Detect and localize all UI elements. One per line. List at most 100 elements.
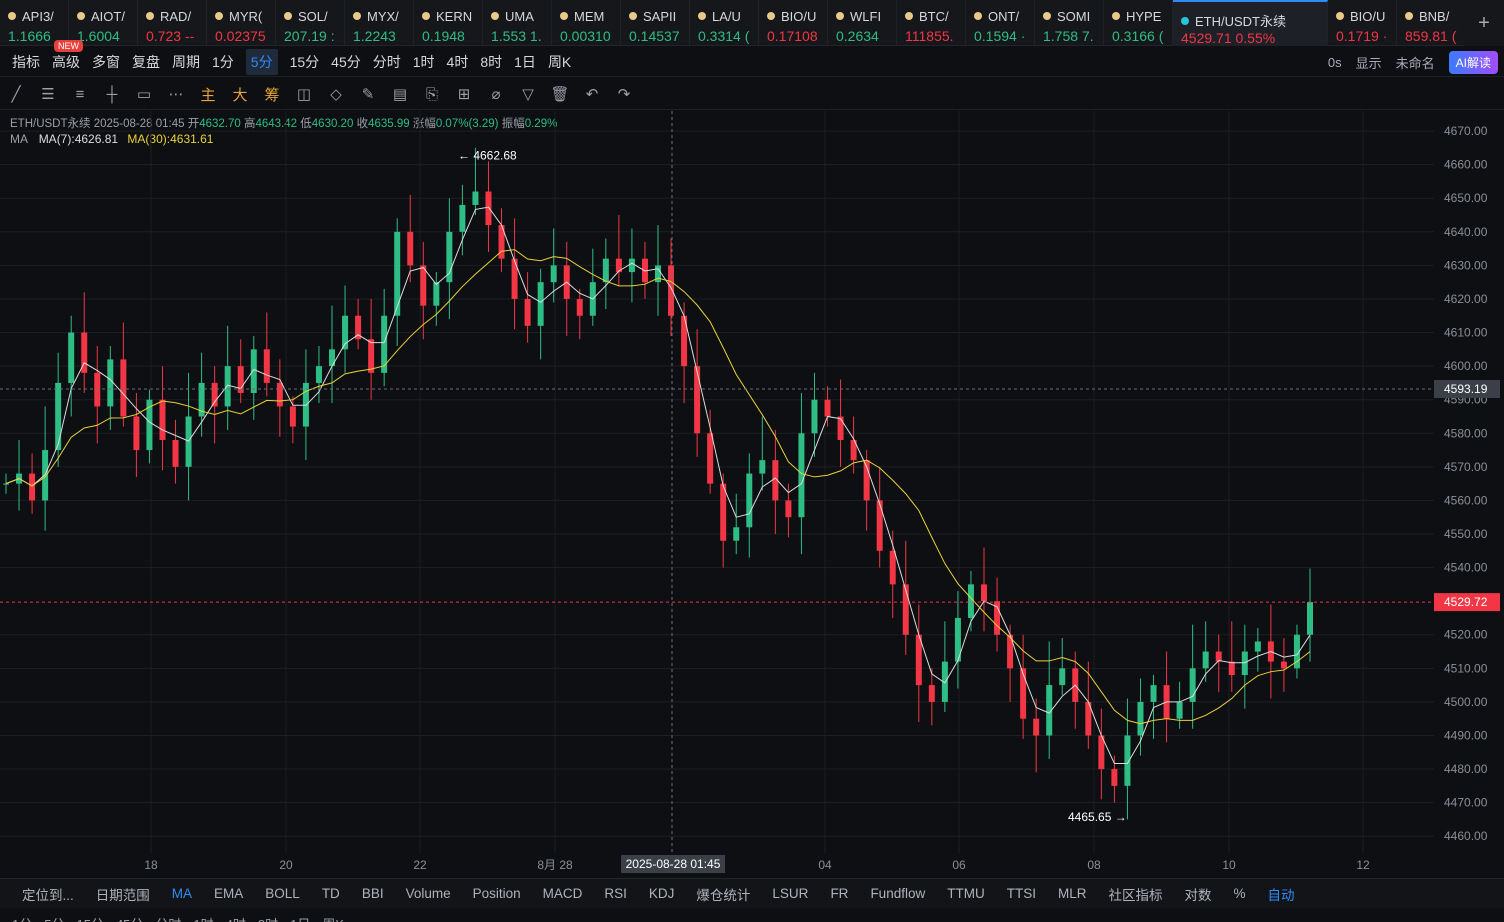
symbol-tab[interactable]: MEM 0.00310 [552,0,621,46]
draw-tool-icon[interactable]: ⋯ [160,85,192,103]
sub-indicator-item[interactable]: MACD [543,886,583,901]
toolbar-right-item[interactable]: 0s [1328,55,1342,70]
indicator-item[interactable]: BOLL [265,886,300,901]
toolbar-item[interactable]: 复盘 [132,52,160,72]
tool-icon[interactable]: ⊞ [448,85,480,103]
symbol-tab[interactable]: MYR(0.02375 [207,0,276,46]
symbol-tab[interactable]: SOL/207.19 : [276,0,345,46]
toolbar-item[interactable]: 4时 [447,52,469,72]
symbol-tab[interactable]: SAPII 0.14537 [621,0,690,46]
sub-indicator-item[interactable]: FR [830,886,848,901]
bottom-right-item[interactable]: 对数 [1184,884,1211,904]
sub-indicator-item[interactable]: Volume [406,886,451,901]
toolbar-item[interactable]: 分时 [373,52,401,72]
sub-indicator-item[interactable]: Fundflow [870,886,925,901]
tab-price: 0.17108 [767,28,818,44]
draw-tool-icon[interactable]: ┼ [96,86,128,103]
symbol-tab[interactable]: ONT/0.1594 · [966,0,1035,46]
tool-icon[interactable]: ◇ [320,85,352,103]
sub-indicator-item[interactable]: Position [473,886,521,901]
toolbar-item[interactable]: 8时 [480,52,502,72]
draw-tool-icon[interactable]: ╱ [0,85,32,103]
tool-icon[interactable]: ⌀ [480,85,512,103]
x-tick-label: 06 [952,858,966,872]
draw-tool-icon[interactable]: ≡ [64,86,96,103]
symbol-tab[interactable]: ETH/USDT永续 4529.71 0.55% [1173,0,1328,46]
locate-button[interactable]: 定位到... [22,884,74,904]
toolbar-item[interactable]: 45分 [331,52,361,72]
symbol-tab[interactable]: MYX/1.2243 [345,0,414,46]
footer-interval[interactable]: 分时 [155,917,181,922]
toolbar-item[interactable]: 5分 [245,48,278,75]
tool-icon[interactable]: 🗑 [544,85,576,103]
tool-icon[interactable]: ▤ [384,85,416,103]
toolbar-item[interactable]: 周K [548,52,571,72]
sub-indicator-item[interactable]: KDJ [649,886,675,901]
symbol-tab[interactable]: BTC/111855. [897,0,966,46]
indicator-item[interactable]: EMA [214,886,243,901]
footer-interval[interactable]: 4时 [226,917,246,922]
symbol-tab[interactable]: BNB/859.81 ( [1397,0,1466,46]
toolbar-item[interactable]: 多窗 [92,52,120,72]
symbol-tab[interactable]: KERN 0.1948 [414,0,483,46]
toolbar-item[interactable]: 指标 [12,52,40,72]
footer-interval[interactable]: 1日 [290,917,310,922]
footer-interval[interactable]: 1时 [193,917,213,922]
symbol-tab[interactable]: HYPE 0.3166 ( [1104,0,1173,46]
tab-symbol: MEM [560,9,604,24]
toolbar-item[interactable]: 1分 [212,52,234,72]
candle-body [107,359,114,407]
sub-indicator-item[interactable]: LSUR [772,886,808,901]
sub-indicator-item[interactable]: MLR [1058,886,1087,901]
symbol-tab[interactable]: LA/U 0.3314 ( [690,0,759,46]
ai-interpret-button[interactable]: AI解读 [1448,50,1498,74]
tool-icon[interactable]: ↷ [608,85,640,103]
indicator-item[interactable]: BBI [362,886,384,901]
bottom-right-item[interactable]: % [1233,886,1245,901]
footer-interval[interactable]: 45分 [116,917,143,922]
tool-icon[interactable]: ▽ [512,85,544,103]
symbol-tab[interactable]: SOMI 1.758 7. [1035,0,1104,46]
draw-tool-icon[interactable]: ☰ [32,85,64,103]
indicator-item[interactable]: MA [172,886,192,901]
footer-interval[interactable]: 5分 [44,917,64,922]
toolbar-item[interactable]: 高级 [52,52,80,72]
symbol-tab[interactable]: UMA 1.553 1. [483,0,552,46]
sub-indicator-item[interactable]: TTMU [947,886,985,901]
toolbar-item[interactable]: 1日 [514,52,536,72]
chip-toggle[interactable]: 筹 [256,84,288,105]
candlestick-chart[interactable]: 4670.00 4660.00 4650.00 4640.00 4630.00 4620.… [0,111,1504,877]
indicator-item[interactable]: TD [322,886,340,901]
chip-toggle[interactable]: 主 [192,84,224,105]
toolbar-item[interactable]: 周期 [172,52,200,72]
tool-icon[interactable]: ✎ [352,85,384,103]
toolbar-right-item[interactable]: 显示 [1356,53,1382,72]
footer-interval[interactable]: 8时 [258,917,278,922]
tab-price: 0.1948 [422,28,465,44]
chip-toggle[interactable]: 大 [224,84,256,105]
symbol-tab[interactable]: WLFI 0.2634 [828,0,897,46]
sub-indicator-item[interactable]: 爆仓统计 [696,884,750,904]
bottom-right-item[interactable]: 社区指标 [1108,884,1162,904]
footer-interval[interactable]: 1分 [12,917,32,922]
add-tab-icon[interactable]: + [1464,0,1504,46]
draw-tool-icon[interactable]: ▭ [128,85,160,103]
date-range-button[interactable]: 日期范围 [96,884,150,904]
sub-indicator-item[interactable]: TTSI [1007,886,1036,901]
footer-interval[interactable]: 周K [322,917,344,922]
tool-icon[interactable]: ↶ [576,85,608,103]
tool-icon[interactable]: ◫ [288,85,320,103]
toolbar-item[interactable]: 1时 [413,52,435,72]
sub-indicator-item[interactable]: RSI [604,886,627,901]
candle-body [602,258,609,283]
toolbar-item[interactable]: 15分 [290,52,320,72]
symbol-tab[interactable]: BIO/U 0.17108 [759,0,828,46]
y-tick-label: 4620.00 [1444,292,1488,306]
coin-icon [8,12,16,20]
toolbar-right-item[interactable]: 未命名 [1396,53,1435,72]
tool-icon[interactable]: ⎘ [416,86,448,103]
bottom-right-item[interactable]: 自动 [1268,884,1295,904]
symbol-tab[interactable]: BIO/U 0.1719 · [1328,0,1397,46]
symbol-tab[interactable]: RAD/0.723 -- [138,0,207,46]
footer-interval[interactable]: 15分 [76,917,103,922]
